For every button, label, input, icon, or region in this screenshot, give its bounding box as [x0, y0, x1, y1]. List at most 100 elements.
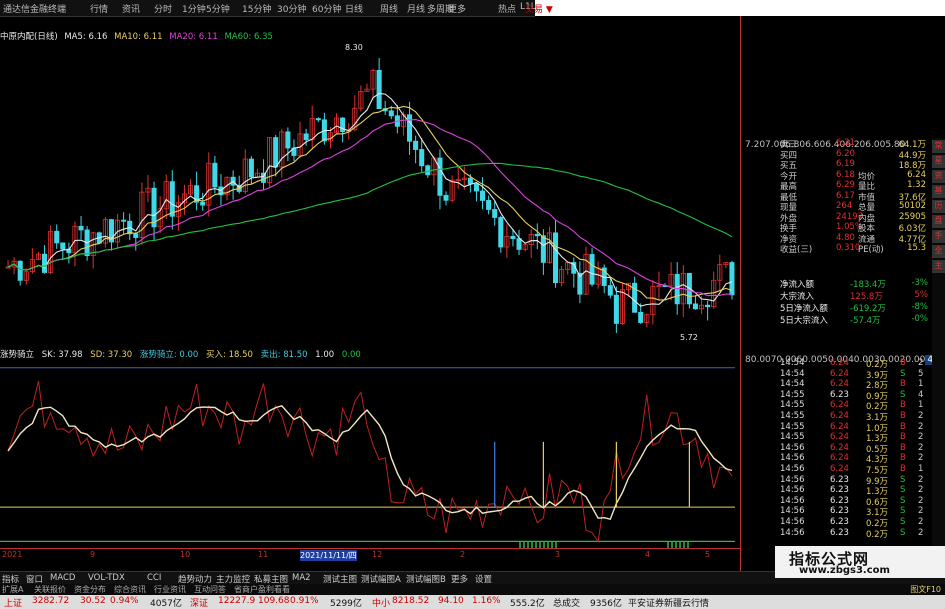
tick-row[interactable]: 14:56 6.23 9.9万 S 2 [778, 474, 930, 487]
right-tool-strip: 常星资基历盘手全主 [932, 138, 945, 568]
menu-item[interactable]: 周线 [380, 2, 398, 15]
bottom-tab[interactable]: 互动问答 [194, 584, 226, 595]
kline-candle [516, 238, 522, 250]
ma5-line [7, 92, 733, 307]
tick-side: S [900, 474, 906, 485]
indicator-tab[interactable]: CCI [147, 573, 161, 583]
kline-candle [473, 183, 479, 192]
side-tool-tab[interactable]: 盘 [932, 215, 945, 228]
trade-button[interactable]: 交易 ▼ [525, 2, 553, 15]
tick-side: B [900, 400, 906, 411]
tick-side: B [900, 453, 906, 464]
tick-row[interactable]: 14:55 6.24 0.2万 B 1 [778, 400, 930, 412]
tick-row[interactable]: 14:56 6.23 1.3万 S 2 [778, 485, 930, 497]
side-tool-tab[interactable]: 星 [932, 155, 945, 168]
menu-item[interactable]: 60分钟 [312, 2, 341, 15]
bottom-tab[interactable]: 扩展A [2, 584, 23, 595]
tick-row[interactable]: 14:55 6.23 0.9万 S 4 [778, 389, 930, 402]
tick-row[interactable]: 14:56 6.24 4.3万 B 2 [778, 453, 930, 465]
tick-count: 1 [918, 379, 924, 390]
tick-row[interactable]: 14:55 6.24 1.0万 B 2 [778, 421, 930, 434]
tick-time: 14:56 [780, 527, 805, 538]
indicator-tab[interactable]: VOL-TDX [88, 573, 125, 583]
kline-chart[interactable]: 8.30 5.72 [0, 44, 740, 344]
tick-row[interactable]: 14:56 6.23 0.2万 S 2 [778, 517, 930, 529]
stat-row: 最低 6.17 市值 37.6亿 [778, 191, 930, 203]
menu-item[interactable]: 更多 [448, 2, 466, 15]
tick-price: 6.23 [830, 389, 849, 400]
tick-count: 4 [918, 389, 924, 400]
ma20-line [7, 119, 732, 297]
tick-count: 2 [918, 485, 924, 496]
high-price-label: 8.30 [345, 44, 363, 52]
quote-row: 买四 6.20 44.9万 [778, 149, 930, 161]
menu-item[interactable]: 1分钟 [182, 2, 206, 15]
tick-row[interactable]: 14:55 6.24 1.3万 B 2 [778, 432, 930, 444]
indicator-chart[interactable] [0, 360, 740, 548]
menu-item[interactable]: 通达信金融终端 [3, 2, 66, 15]
side-tool-tab[interactable]: 手 [932, 230, 945, 243]
indicator-tab[interactable]: MA2 [292, 573, 311, 583]
tick-row[interactable]: 14:56 6.23 0.6万 S 2 [778, 496, 930, 508]
indicator-name[interactable]: 涨势骑立 [0, 350, 34, 360]
side-tool-tab[interactable]: 全 [932, 245, 945, 258]
menu-item[interactable]: 资讯 [122, 2, 140, 15]
tick-count: 2 [918, 421, 924, 432]
side-tool-tab[interactable]: 基 [932, 185, 945, 198]
indicator-tab[interactable]: MACD [50, 573, 75, 583]
bottom-tab[interactable]: 省商户盈利看看 [234, 584, 290, 595]
tick-row[interactable]: 14:55 6.24 3.1万 B 2 [778, 411, 930, 423]
tick-row[interactable]: 14:54 6.24 0.2万 B 2 [778, 358, 930, 370]
tick-count: 2 [918, 432, 924, 443]
f10-button[interactable]: 图文F10 [910, 584, 941, 595]
tick-count: 2 [918, 506, 924, 517]
menu-hot[interactable]: 热点 [498, 2, 516, 15]
zx-value: 8218.52 [392, 596, 430, 606]
menu-item[interactable]: 月线 [407, 2, 425, 15]
tick-row[interactable]: 14:56 6.23 3.1万 S 2 [778, 506, 930, 518]
date-label: 11 [258, 550, 269, 559]
tick-volume: 0.2万 [866, 529, 889, 540]
tick-side: B [900, 432, 906, 443]
tick-price: 6.24 [830, 400, 849, 411]
bottom-tab[interactable]: 综合资讯 [114, 584, 146, 595]
indicator-signal: 涨势骑立: 0.00 [139, 350, 199, 360]
bottom-tab[interactable]: 资金分布 [74, 584, 106, 595]
stat-row: 换手 1.05% 股本 6.03亿 [778, 222, 930, 234]
news-ticker[interactable]: 平安证券新疆云行情 [628, 596, 709, 609]
menu-item[interactable]: 分时 [154, 2, 172, 15]
side-tool-tab[interactable]: 主 [932, 260, 945, 273]
side-tool-tab[interactable]: 资 [932, 170, 945, 183]
tick-list[interactable]: 14:54 6.24 0.2万 B 2 14:54 6.24 3.9万 S 5 14:54 6.24 2… [778, 358, 930, 540]
indicator-sk: SK: 37.98 [41, 350, 83, 360]
menu-item[interactable]: 30分钟 [277, 2, 306, 15]
menu-item[interactable]: 日线 [345, 2, 363, 15]
menu-item[interactable]: 行情 [90, 2, 108, 15]
tick-row[interactable]: 14:56 6.24 0.5万 B 2 [778, 443, 930, 455]
tick-row[interactable]: 14:54 6.24 3.9万 S 5 [778, 369, 930, 381]
total-label: 总成交 [553, 599, 581, 609]
tick-time: 14:56 [780, 463, 805, 474]
kline-candle [169, 181, 175, 217]
sh-pct: 0.94% [110, 596, 139, 606]
stat-row: 外盘 24197 内盘 25905 [778, 212, 930, 224]
tick-row[interactable]: 14:56 6.23 0.2万 S 2 [778, 527, 930, 540]
tick-price: 6.24 [830, 358, 849, 368]
kline-candle [133, 233, 139, 238]
menu-item[interactable]: 15分钟 [242, 2, 271, 15]
indicator-axis: 80.0070.0060.0050.0040.0030.0020.0042.47 [745, 355, 945, 545]
side-tool-tab[interactable]: 常 [932, 140, 945, 153]
side-tool-tab[interactable]: 历 [932, 200, 945, 213]
indicator-sell: 卖出: 81.50 [260, 350, 308, 360]
quote-price: 6.19 [836, 159, 855, 169]
tick-row[interactable]: 14:56 6.24 7.5万 B 1 [778, 463, 930, 476]
kline-candle [54, 230, 60, 244]
stat-row: 收益(三) 0.310 PE(动) 15.3 [778, 243, 930, 255]
kline-candle [589, 254, 595, 285]
tick-row[interactable]: 14:54 6.24 2.8万 B 1 [778, 379, 930, 391]
tick-side: S [900, 527, 906, 538]
menu-item[interactable]: 5分钟 [206, 2, 230, 15]
bottom-tab[interactable]: 关联报价 [34, 584, 66, 595]
ma60-value: MA60: 6.35 [224, 32, 273, 42]
bottom-tab[interactable]: 行业资讯 [154, 584, 186, 595]
